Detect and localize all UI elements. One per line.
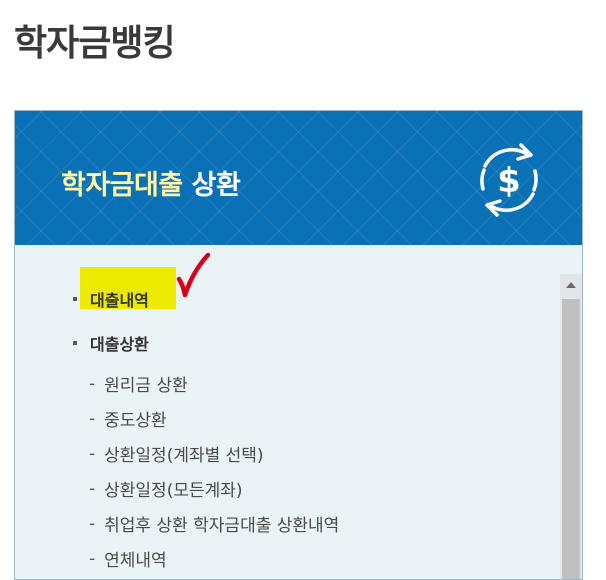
red-check-icon	[176, 252, 211, 298]
submenu-item[interactable]: - 취업후 상환 학자금대출 상환내역	[89, 511, 340, 537]
side-menu: 대출내역 대출상환 - 원리금 상환 - 중도상환 - 상환일정(계좌별 선택) - 상환일정(모…	[15, 245, 560, 579]
vertical-scrollbar[interactable]	[560, 274, 582, 579]
dash-marker: -	[89, 548, 96, 569]
scroll-up-arrow-icon[interactable]	[560, 274, 582, 296]
bullet-icon	[73, 297, 77, 301]
submenu-item-label: 원리금 상환	[104, 376, 188, 396]
submenu-item[interactable]: - 중도상환	[89, 406, 167, 432]
submenu-item-label: 상환일정(계좌별 선택)	[104, 446, 264, 466]
submenu-item-label: 상환일정(모든계좌)	[104, 481, 243, 501]
submenu-item-label: 중도상환	[104, 411, 167, 431]
dash-marker: -	[89, 513, 96, 534]
submenu-item[interactable]: - 상환일정(계좌별 선택)	[89, 441, 264, 467]
scrollbar-thumb[interactable]	[562, 299, 580, 579]
banner-title-highlight: 학자금대출	[61, 170, 183, 201]
page-title: 학자금뱅킹	[14, 23, 176, 64]
dash-marker: -	[89, 408, 96, 429]
repayment-panel: 학자금대출 상환 $ 대출내역 대출상환 - 원리금 상환 - 중도상환 - 상환일정(계좌별…	[14, 110, 583, 580]
bullet-icon	[73, 341, 77, 345]
svg-text:$: $	[497, 161, 521, 201]
menu-item-loan-history[interactable]: 대출내역	[73, 287, 149, 311]
submenu-item-label: 연체내역	[104, 551, 167, 571]
menu-item-loan-repayment[interactable]: 대출상환	[73, 331, 149, 355]
submenu-item[interactable]: - 연체내역	[89, 546, 167, 572]
menu-item-label: 대출상환	[90, 335, 149, 354]
submenu-item[interactable]: - 상환일정(모든계좌)	[89, 476, 243, 502]
dash-marker: -	[89, 373, 96, 394]
dollar-cycle-icon: $	[480, 143, 538, 217]
submenu-item[interactable]: - 원리금 상환	[89, 371, 188, 397]
banner: 학자금대출 상환 $	[15, 111, 582, 245]
menu-item-label: 대출내역	[90, 291, 149, 310]
banner-title: 학자금대출 상환	[61, 163, 241, 202]
dash-marker: -	[89, 478, 96, 499]
dash-marker: -	[89, 443, 96, 464]
submenu-item-label: 취업후 상환 학자금대출 상환내역	[104, 516, 340, 536]
banner-title-rest: 상환	[191, 170, 241, 201]
